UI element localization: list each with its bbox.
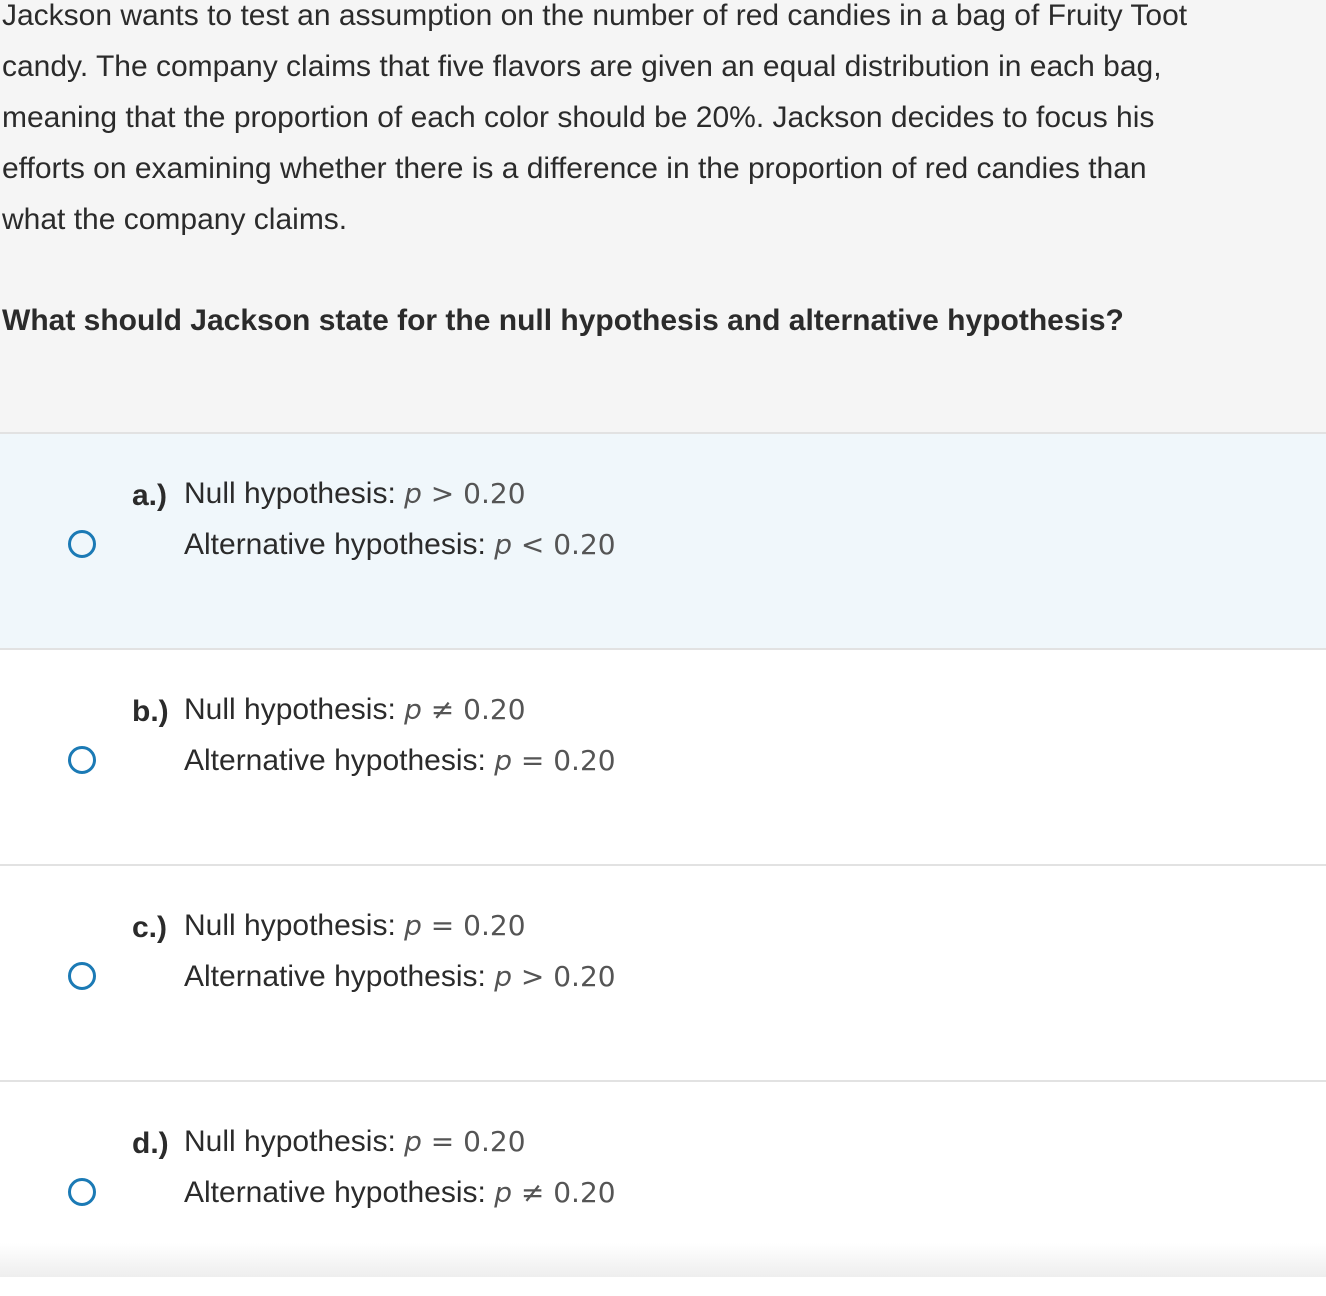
- expression: < 0.20: [511, 528, 616, 561]
- alt-hypothesis-label: Alternative hypothesis:: [184, 1176, 486, 1209]
- alt-hypothesis-label: Alternative hypothesis:: [184, 528, 486, 561]
- alt-hypothesis-math: p ≠ 0.20: [494, 1176, 615, 1209]
- alternative-hypothesis: Alternative hypothesis: p = 0.20: [184, 741, 616, 781]
- null-hypothesis: Null hypothesis: p = 0.20: [184, 1122, 526, 1162]
- expression: = 0.20: [511, 744, 616, 777]
- option-letter: d.): [132, 1127, 169, 1160]
- prompt-line: what the company claims.: [2, 203, 348, 236]
- question-prompt: Jackson wants to test an assumption on t…: [2, 0, 1326, 245]
- prompt-line: Jackson wants to test an assumption on t…: [2, 0, 1188, 32]
- answer-option-b[interactable]: b.) Null hypothesis: p ≠ 0.20 Alternativ…: [0, 648, 1326, 864]
- expression: = 0.20: [421, 1125, 526, 1158]
- alternative-hypothesis: Alternative hypothesis: p < 0.20: [184, 525, 616, 565]
- variable-p: p: [494, 744, 512, 777]
- variable-p: p: [494, 528, 512, 561]
- null-hypothesis-math: p = 0.20: [404, 909, 525, 942]
- expression: = 0.20: [421, 909, 526, 942]
- radio-button-b[interactable]: [68, 746, 96, 774]
- null-hypothesis: Null hypothesis: p > 0.20: [184, 474, 526, 514]
- prompt-line: meaning that the proportion of each colo…: [2, 101, 1155, 134]
- variable-p: p: [494, 960, 512, 993]
- question-panel: Jackson wants to test an assumption on t…: [0, 0, 1326, 432]
- alt-hypothesis-label: Alternative hypothesis:: [184, 744, 486, 777]
- null-hypothesis: Null hypothesis: p = 0.20: [184, 906, 526, 946]
- prompt-line: candy. The company claims that five flav…: [2, 50, 1162, 83]
- answer-option-a[interactable]: a.) Null hypothesis: p > 0.20 Alternativ…: [0, 432, 1326, 648]
- expression: > 0.20: [421, 477, 526, 510]
- option-letter: c.): [132, 911, 168, 944]
- variable-p: p: [404, 693, 422, 726]
- bottom-fade: [0, 1243, 1326, 1277]
- prompt-line: efforts on examining whether there is a …: [2, 152, 1147, 185]
- expression: ≠ 0.20: [421, 693, 526, 726]
- null-hypothesis-math: p > 0.20: [404, 477, 525, 510]
- option-letter: b.): [132, 695, 169, 728]
- radio-button-a[interactable]: [68, 530, 96, 558]
- alt-hypothesis-math: p > 0.20: [494, 960, 615, 993]
- variable-p: p: [404, 909, 422, 942]
- alt-hypothesis-math: p < 0.20: [494, 528, 615, 561]
- radio-button-d[interactable]: [68, 1178, 96, 1206]
- question-ask: What should Jackson state for the null h…: [2, 304, 1124, 337]
- alt-hypothesis-math: p = 0.20: [494, 744, 615, 777]
- variable-p: p: [494, 1176, 512, 1209]
- radio-button-c[interactable]: [68, 962, 96, 990]
- null-hypothesis: Null hypothesis: p ≠ 0.20: [184, 690, 526, 730]
- null-hypothesis-label: Null hypothesis:: [184, 909, 396, 942]
- answer-option-c[interactable]: c.) Null hypothesis: p = 0.20 Alternativ…: [0, 864, 1326, 1080]
- variable-p: p: [404, 1125, 422, 1158]
- alternative-hypothesis: Alternative hypothesis: p ≠ 0.20: [184, 1173, 616, 1213]
- expression: > 0.20: [511, 960, 616, 993]
- option-letter: a.): [132, 479, 168, 512]
- null-hypothesis-label: Null hypothesis:: [184, 693, 396, 726]
- null-hypothesis-math: p ≠ 0.20: [404, 693, 525, 726]
- alt-hypothesis-label: Alternative hypothesis:: [184, 960, 486, 993]
- answer-options: a.) Null hypothesis: p > 0.20 Alternativ…: [0, 432, 1326, 1296]
- variable-p: p: [404, 477, 422, 510]
- alternative-hypothesis: Alternative hypothesis: p > 0.20: [184, 957, 616, 997]
- null-hypothesis-math: p = 0.20: [404, 1125, 525, 1158]
- expression: ≠ 0.20: [511, 1176, 616, 1209]
- null-hypothesis-label: Null hypothesis:: [184, 477, 396, 510]
- null-hypothesis-label: Null hypothesis:: [184, 1125, 396, 1158]
